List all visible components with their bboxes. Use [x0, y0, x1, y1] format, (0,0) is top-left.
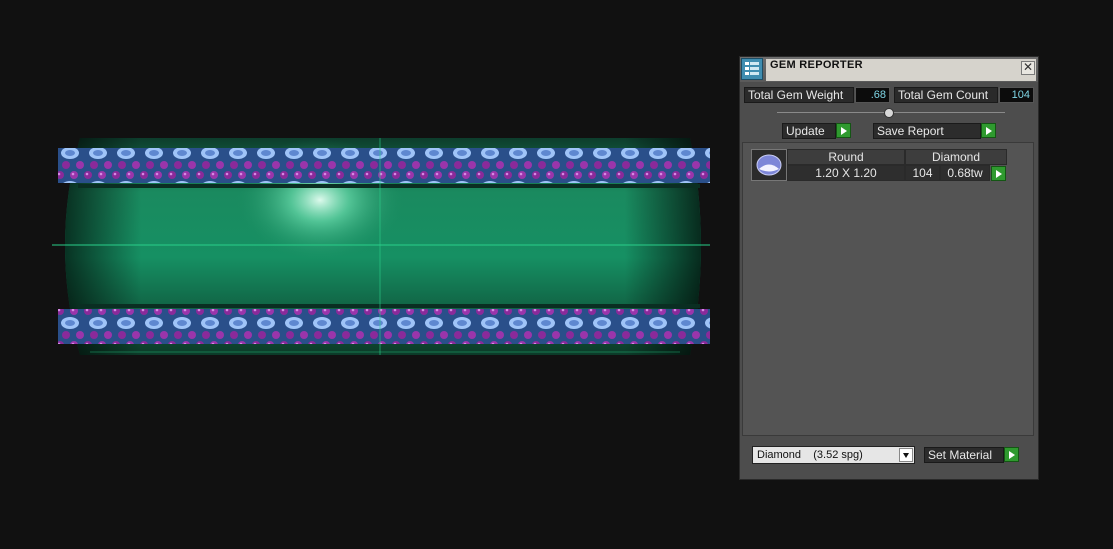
gem-material-header: Diamond	[905, 149, 1007, 165]
ring-render	[52, 138, 710, 355]
total-gem-weight-label: Total Gem Weight	[744, 87, 854, 103]
gem-reporter-panel: GEM REPORTER ✕ Total Gem Weight .68 Tota…	[739, 56, 1039, 480]
gem-weight-cell: 0.68tw	[940, 165, 990, 181]
title-bar[interactable]: GEM REPORTER ✕	[740, 57, 1038, 82]
play-arrow-icon[interactable]	[991, 166, 1006, 181]
set-material-button[interactable]: Set Material	[924, 447, 1004, 463]
total-gem-count-label: Total Gem Count	[894, 87, 998, 103]
chevron-down-icon[interactable]	[899, 448, 913, 462]
panel-title: GEM REPORTER	[770, 59, 863, 71]
total-gem-count-value: 104	[999, 87, 1034, 103]
play-arrow-icon[interactable]	[836, 123, 851, 138]
play-arrow-icon[interactable]	[1004, 447, 1019, 462]
viewport-3d[interactable]	[0, 0, 735, 549]
gem-count-cell: 104	[905, 165, 940, 181]
slider-handle[interactable]	[884, 108, 894, 118]
gem-size-cell: 1.20 X 1.20	[787, 165, 905, 181]
update-button[interactable]: Update	[782, 123, 836, 139]
gem-shape-header: Round	[787, 149, 905, 165]
total-gem-weight-value: .68	[855, 87, 890, 103]
material-select-value: Diamond (3.52 spg)	[757, 449, 863, 461]
material-select[interactable]: Diamond (3.52 spg)	[752, 446, 915, 464]
save-report-button[interactable]: Save Report	[873, 123, 981, 139]
close-icon[interactable]: ✕	[1021, 61, 1035, 75]
play-arrow-icon[interactable]	[981, 123, 996, 138]
gem-reporter-icon	[741, 58, 763, 80]
round-gem-icon[interactable]	[751, 149, 787, 181]
gem-list: Round Diamond 1.20 X 1.20 104 0.68tw	[742, 142, 1034, 436]
